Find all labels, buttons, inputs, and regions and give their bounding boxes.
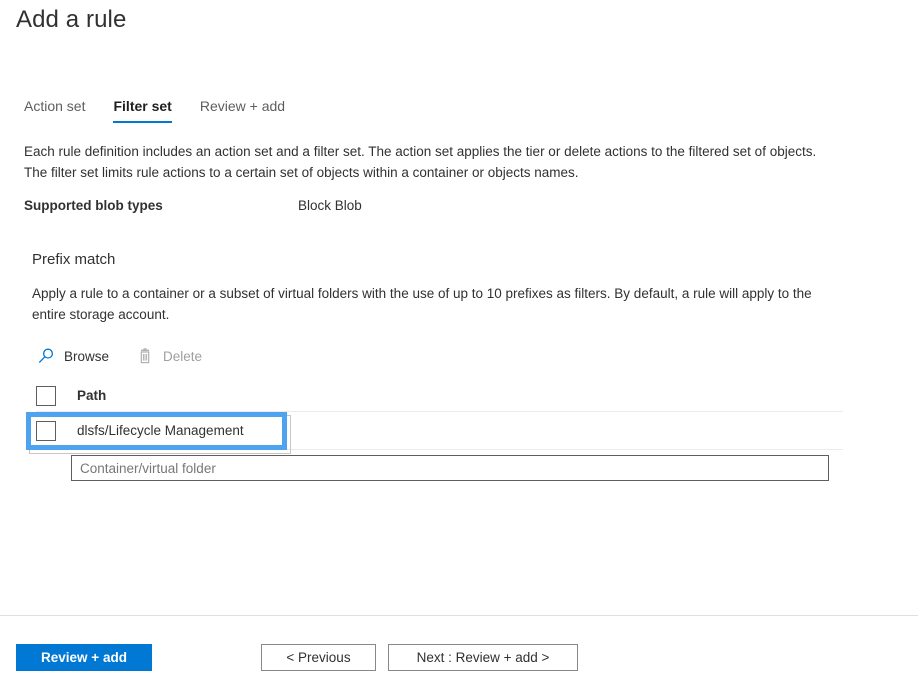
container-virtual-folder-input[interactable] <box>71 455 829 481</box>
row-path-label: dlsfs/Lifecycle Management <box>77 423 244 438</box>
footer-divider <box>0 615 918 616</box>
prefix-match-description: Apply a rule to a container or a subset … <box>32 286 812 322</box>
prefix-command-bar: Browse Delete <box>36 343 228 369</box>
tab-bar: Action set Filter set Review + add <box>24 98 285 123</box>
prefix-table: Path dlsfs/Lifecycle Management <box>36 380 843 450</box>
supported-blob-types-row: Supported blob types Block Blob <box>24 198 724 218</box>
trash-icon <box>135 346 155 366</box>
intro-description: Each rule definition includes an action … <box>24 144 817 180</box>
supported-blob-types-label: Supported blob types <box>24 198 163 213</box>
previous-button[interactable]: < Previous <box>261 644 376 671</box>
tab-label: Review + add <box>199 98 286 114</box>
select-all-checkbox[interactable] <box>36 385 56 406</box>
tab-action-set[interactable]: Action set <box>24 98 85 123</box>
tab-label: Action set <box>24 98 86 114</box>
row-checkbox[interactable] <box>36 420 56 441</box>
supported-blob-types-value: Block Blob <box>298 198 362 213</box>
tab-filter-set[interactable]: Filter set <box>113 98 173 123</box>
table-header-row: Path <box>36 380 843 412</box>
column-header-path: Path <box>77 388 107 403</box>
tab-label: Filter set <box>113 98 172 114</box>
browse-label: Browse <box>64 348 110 364</box>
delete-label: Delete <box>163 348 203 364</box>
tab-review-add[interactable]: Review + add <box>200 98 285 123</box>
review-add-button[interactable]: Review + add <box>16 644 152 671</box>
browse-button[interactable]: Browse <box>36 343 109 369</box>
next-review-add-button[interactable]: Next : Review + add > <box>388 644 578 671</box>
delete-button[interactable]: Delete <box>135 343 202 369</box>
table-row[interactable]: dlsfs/Lifecycle Management <box>36 412 843 450</box>
prefix-match-title: Prefix match <box>32 251 116 268</box>
page-title: Add a rule <box>16 6 127 33</box>
search-icon <box>36 346 56 366</box>
